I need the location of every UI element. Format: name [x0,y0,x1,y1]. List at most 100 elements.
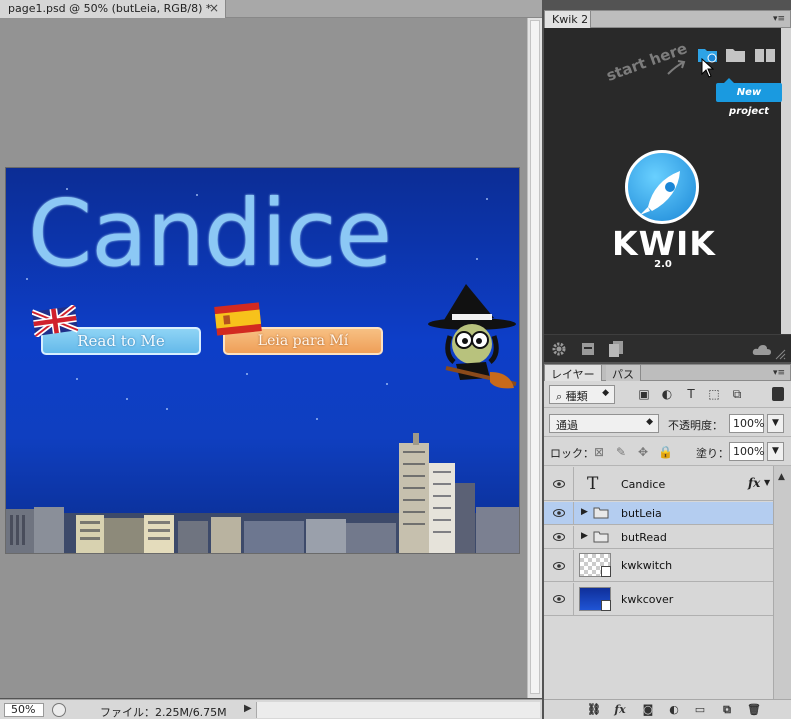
scroll-up-icon[interactable]: ▲ [778,472,785,482]
star [246,373,248,375]
witch-illustration[interactable] [426,276,519,396]
type-filter-icon[interactable]: T [684,387,698,401]
filter-toggle[interactable] [772,387,784,401]
new-layer-icon[interactable]: ⧉ [719,703,735,717]
visibility-eye-icon[interactable] [544,550,574,581]
vertical-scrollbar[interactable] [527,18,542,698]
pixel-filter-icon[interactable]: ▣ [637,387,651,401]
layers-panel-body: ⌕ 種類 ◆ ▣ ◐ T ⬚ ⧉ 通過 ◆ 不透明度： 100% ▼ ロック： … [544,381,791,699]
star [316,418,318,420]
fx-badge[interactable]: fx [748,476,760,490]
cursor-icon [701,58,714,78]
tab-kwik[interactable]: Kwik 2 [545,11,591,28]
smart-object-filter-icon[interactable]: ⧉ [730,387,744,401]
fx-icon[interactable]: fx [612,703,628,717]
layer-filter-row: ⌕ 種類 ◆ ▣ ◐ T ⬚ ⧉ [544,381,791,408]
visibility-eye-icon[interactable] [544,526,574,548]
visibility-eye-icon[interactable] [544,583,574,615]
layer-name: kwkcover [621,593,674,606]
kwik-wordmark: KWIK [612,224,716,263]
filter-kind-value: 種類 [565,390,588,403]
layers-scrollbar[interactable]: ▲ [773,466,791,699]
cloud-icon[interactable] [752,344,772,356]
opacity-dropdown-icon[interactable]: ▼ [767,414,784,433]
expand-triangle-icon[interactable]: ▶ [581,507,588,517]
kwik-version: 2.0 [654,259,672,270]
shape-filter-icon[interactable]: ⬚ [707,387,721,401]
artwork-title[interactable]: Candice [28,180,392,287]
layer-name: butRead [621,531,667,544]
lock-row: ロック： ⊠ ✎ ✥ 🔒 塗り： 100% ▼ [544,438,791,466]
new-project-tooltip: New project [716,78,782,117]
layer-row-kwkcover[interactable]: kwkcover [544,583,773,616]
fill-dropdown-icon[interactable]: ▼ [767,442,784,461]
trash-icon[interactable]: 🗑 [746,703,762,717]
folder-icon [593,507,609,519]
lock-transparency-icon[interactable]: ⊠ [592,445,606,459]
search-icon: ⌕ [556,390,566,403]
layers-footer: ⛓ fx ◙ ◐ ▭ ⧉ 🗑 [544,699,791,719]
lock-all-icon[interactable]: 🔒 [658,445,673,459]
lock-pixels-icon[interactable]: ✎ [614,445,628,459]
fill-field[interactable]: 100% [729,442,764,461]
kwik-panel-scroll[interactable] [781,28,791,334]
layer-row-butread[interactable]: ▶ butRead [544,526,773,549]
zoom-field[interactable]: 50% [4,703,44,717]
scrollbar-thumb[interactable] [530,20,540,694]
print-icon[interactable] [580,341,596,357]
layer-name: kwkwitch [621,559,673,572]
visibility-eye-icon[interactable] [544,467,574,500]
link-icon[interactable]: ⛓ [586,703,602,717]
layer-name: butLeia [621,507,662,520]
document-tab[interactable]: page1.psd @ 50% (butLeia, RGB/8) * × [0,0,226,18]
horizontal-scrollbar[interactable] [256,702,540,718]
pages-icon[interactable] [608,340,624,358]
blend-mode-value: 通過 [556,419,578,432]
opacity-label: 不透明度： [668,419,723,432]
status-info-icon[interactable] [52,703,66,717]
gear-icon[interactable] [551,341,567,357]
tab-layers[interactable]: レイヤー [545,365,602,381]
kwik-logo [625,150,699,224]
mask-icon[interactable]: ◙ [640,703,656,717]
resize-grip-icon[interactable] [774,348,786,360]
fx-expand-icon[interactable]: ▼ [764,478,770,487]
spain-flag-icon [214,302,262,336]
opacity-field[interactable]: 100% [729,414,764,433]
document-tab-title: page1.psd @ 50% (butLeia, RGB/8) * [8,2,212,15]
layer-row-kwkwitch[interactable]: kwkwitch [544,550,773,582]
tab-paths[interactable]: パス [606,365,641,381]
open-folder-icon[interactable] [725,47,747,63]
visibility-eye-icon[interactable] [544,502,574,524]
layer-row-candice[interactable]: T Candice fx ▼ [544,467,773,501]
photoshop-window: page1.psd @ 50% (butLeia, RGB/8) * × Can… [0,0,791,719]
uk-flag-icon [32,305,78,337]
panel-menu-icon[interactable]: ▾≡ [773,368,785,378]
smart-object-badge-icon [601,566,611,577]
folder-icon[interactable]: ▭ [692,703,708,717]
close-icon[interactable]: × [209,1,219,15]
star [166,408,168,410]
document-tabbar: page1.psd @ 50% (butLeia, RGB/8) * × [0,0,542,18]
artwork-canvas[interactable]: Candice Read to Me Leia para Mí [6,168,519,553]
layer-row-butleia[interactable]: ▶ butLeia [544,502,773,525]
layer-thumbnail [579,587,611,611]
city-skyline-illustration [6,433,519,553]
lock-position-icon[interactable]: ✥ [636,445,650,459]
blend-row: 通過 ◆ 不透明度： 100% ▼ [544,409,791,437]
fill-label: 塗り： [696,447,729,460]
adjustment-icon[interactable]: ◐ [666,703,682,717]
status-menu-arrow-icon[interactable]: ▶ [244,703,252,714]
filter-kind-select[interactable]: ⌕ 種類 ◆ [549,385,615,404]
adjustment-filter-icon[interactable]: ◐ [660,387,674,401]
panel-menu-icon[interactable]: ▾≡ [773,14,785,24]
book-icon[interactable] [754,47,776,63]
star [476,258,478,260]
layers-panel-tabbar: レイヤー パス ▾≡ [544,364,791,381]
blend-mode-select[interactable]: 通過 ◆ [549,414,659,433]
kwik-toolbar [544,334,791,362]
layer-thumbnail [579,553,611,577]
select-arrow-icon: ◆ [646,417,653,427]
star [76,378,78,380]
expand-triangle-icon[interactable]: ▶ [581,531,588,541]
